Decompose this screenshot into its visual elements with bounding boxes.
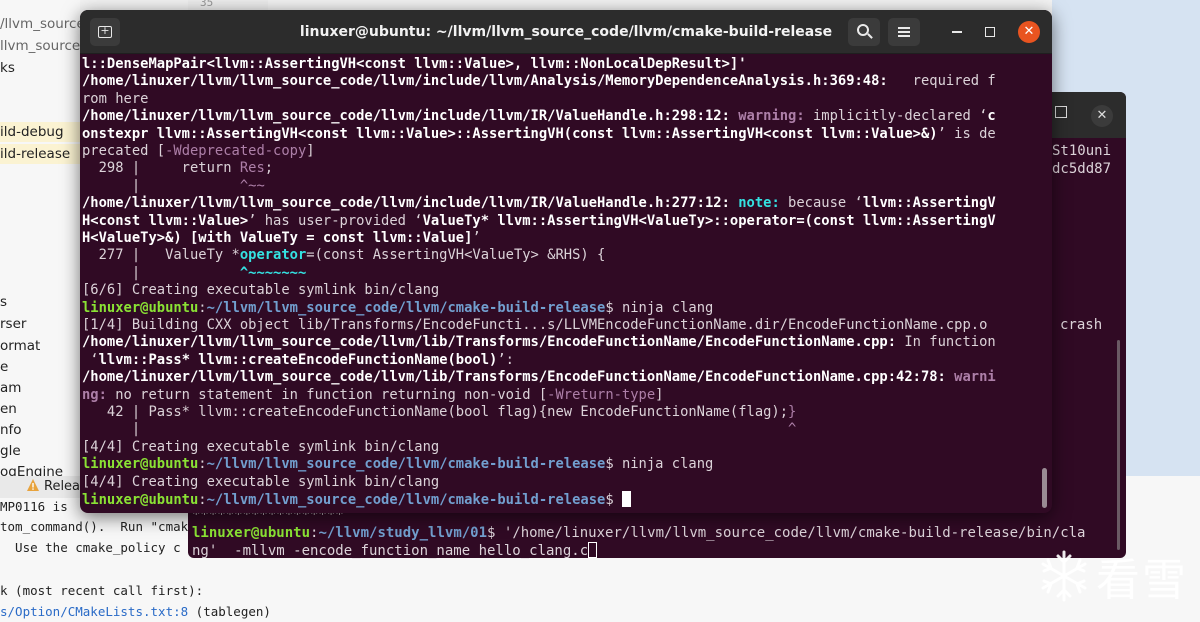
terminal-output[interactable]: l::DenseMapPair<llvm::AssertingVH<const … [82, 56, 1042, 512]
terminal-line: [4/4] Creating executable symlink bin/cl… [82, 473, 440, 490]
tree-item[interactable]: llvm_source_ [0, 36, 80, 56]
back-terminal-text: dc5dd87 [1052, 161, 1112, 177]
console-link[interactable]: s/Option/CMakeLists.txt:8 [0, 604, 188, 619]
terminal-line: 277 | ValueTy *operator=(const Asserting… [82, 247, 606, 264]
tree-item-selected[interactable]: ild-release [0, 144, 80, 164]
terminal-line: | ^~~~~~~~ [82, 264, 307, 281]
console-text: (tablegen) [188, 604, 271, 619]
tree-item[interactable]: /llvm_source [0, 14, 80, 34]
terminal-line: /home/linuxer/llvm/llvm_source_code/llvm… [82, 369, 996, 386]
tree-item[interactable]: am [0, 378, 21, 398]
terminal-line: H<const llvm::Value>’ has user-provided … [82, 212, 996, 229]
tree-item[interactable]: ks [0, 58, 15, 78]
plus-icon: + [100, 24, 110, 37]
terminal-prompt-line: linuxer@ubuntu:~/llvm/llvm_source_code/l… [82, 299, 714, 316]
terminal-prompt-line: linuxer@ubuntu:~/llvm/llvm_source_code/l… [82, 456, 714, 473]
terminal-line: /home/linuxer/llvm/llvm_source_code/llvm… [82, 334, 996, 351]
terminal-line: 298 | return Res; [82, 160, 274, 177]
tree-item[interactable]: en [0, 399, 17, 419]
terminal-line: [1/4] Building CXX object lib/Transforms… [82, 317, 988, 333]
command-text: ng' -mllvm -encode_function_name hello_c… [192, 543, 589, 559]
terminal-line: /home/linuxer/llvm/llvm_source_code/llvm… [82, 195, 996, 212]
warning-icon [27, 479, 39, 491]
tree-item[interactable]: gle [0, 441, 21, 461]
search-button[interactable] [848, 18, 880, 46]
hamburger-icon-bar [898, 31, 910, 33]
crash-text: crash [1060, 317, 1103, 333]
snowflake-icon [1041, 550, 1087, 602]
search-icon-handle [867, 33, 873, 39]
watermark: 看雪 [1034, 540, 1200, 610]
prompt-path: ~/llvm/study_llvm/01 [318, 525, 488, 541]
cursor [588, 542, 598, 558]
terminal-line: ng: no return statement in function retu… [82, 386, 664, 403]
tree-item[interactable]: s [0, 292, 7, 312]
terminal-titlebar[interactable]: linuxer@ubuntu: ~/llvm/llvm_source_code/… [80, 10, 1052, 54]
tree-item[interactable]: ild-debug [0, 122, 80, 142]
back-terminal-line: ng' -mllvm -encode_function_name hello_c… [192, 542, 598, 560]
terminal-line: 42 | Pass* llvm::createEncodeFunctionNam… [82, 404, 797, 420]
line-number: 35 [200, 0, 214, 9]
terminal-window[interactable]: linuxer@ubuntu: ~/llvm/llvm_source_code/… [80, 10, 1052, 513]
hamburger-icon-bar [898, 35, 910, 37]
terminal-line: | ^ [82, 421, 797, 438]
terminal-line: H<ValueTy>&) [with ValueTy = const llvm:… [82, 230, 481, 246]
back-terminal-line: linuxer@ubuntu:~/llvm/study_llvm/01$ '/h… [192, 525, 1086, 541]
maximize-icon[interactable] [1055, 106, 1067, 118]
tree-item[interactable]: e [0, 357, 8, 377]
terminal-line: [4/4] Creating executable symlink bin/cl… [82, 438, 440, 455]
terminal-scrollbar[interactable] [1042, 468, 1047, 508]
terminal-line: [6/6] Creating executable symlink bin/cl… [82, 282, 440, 299]
hamburger-icon [898, 27, 910, 29]
project-tree[interactable]: /llvm_source llvm_source_ ks ild-debug i… [0, 0, 80, 480]
terminal-line: ‘llvm::Pass* llvm::createEncodeFunctionN… [82, 351, 514, 368]
cursor [621, 491, 631, 507]
terminal-prompt-line[interactable]: linuxer@ubuntu:~/llvm/llvm_source_code/l… [82, 491, 1042, 508]
terminal-line: precated [-Wdeprecated-copy] [82, 143, 315, 159]
minimize-icon[interactable] [952, 31, 962, 33]
console-line: s/Option/CMakeLists.txt:8 (tablegen) [0, 603, 271, 621]
prompt-user: linuxer@ubuntu [192, 525, 311, 541]
terminal-line: /home/linuxer/llvm/llvm_source_code/llvm… [82, 108, 996, 125]
console-line: Use the cmake_policy c [0, 540, 181, 555]
back-terminal-scrollbar[interactable] [1117, 340, 1120, 550]
console-line: MP0116 is [0, 499, 68, 514]
tree-item[interactable]: rser [0, 314, 26, 334]
close-icon[interactable]: ✕ [1091, 105, 1113, 127]
terminal-line: | ^~~ [82, 177, 265, 194]
tree-item[interactable]: ormat [0, 336, 40, 356]
tab-release[interactable]: Release [0, 476, 95, 498]
new-tab-button[interactable]: + [90, 18, 120, 46]
console-line: k (most recent call first): [0, 583, 204, 598]
command-text: '/home/linuxer/llvm/llvm_source_code/llv… [495, 525, 1086, 541]
terminal-line: l::DenseMapPair<llvm::AssertingVH<const … [82, 56, 747, 72]
terminal-line: rom here [82, 90, 149, 107]
tree-item[interactable]: nfo [0, 420, 22, 440]
menu-button[interactable] [888, 18, 920, 46]
terminal-line: onstexpr llvm::AssertingVH<const llvm::V… [82, 125, 996, 142]
terminal-line: /home/linuxer/llvm/llvm_source_code/llvm… [82, 73, 996, 90]
close-button[interactable]: ✕ [1018, 21, 1040, 43]
watermark-text: 看雪 [1096, 555, 1188, 606]
back-terminal-text: St10uni [1052, 143, 1112, 159]
console-line: tom_command(). Run "cmak [0, 519, 189, 534]
maximize-icon[interactable] [985, 27, 995, 37]
